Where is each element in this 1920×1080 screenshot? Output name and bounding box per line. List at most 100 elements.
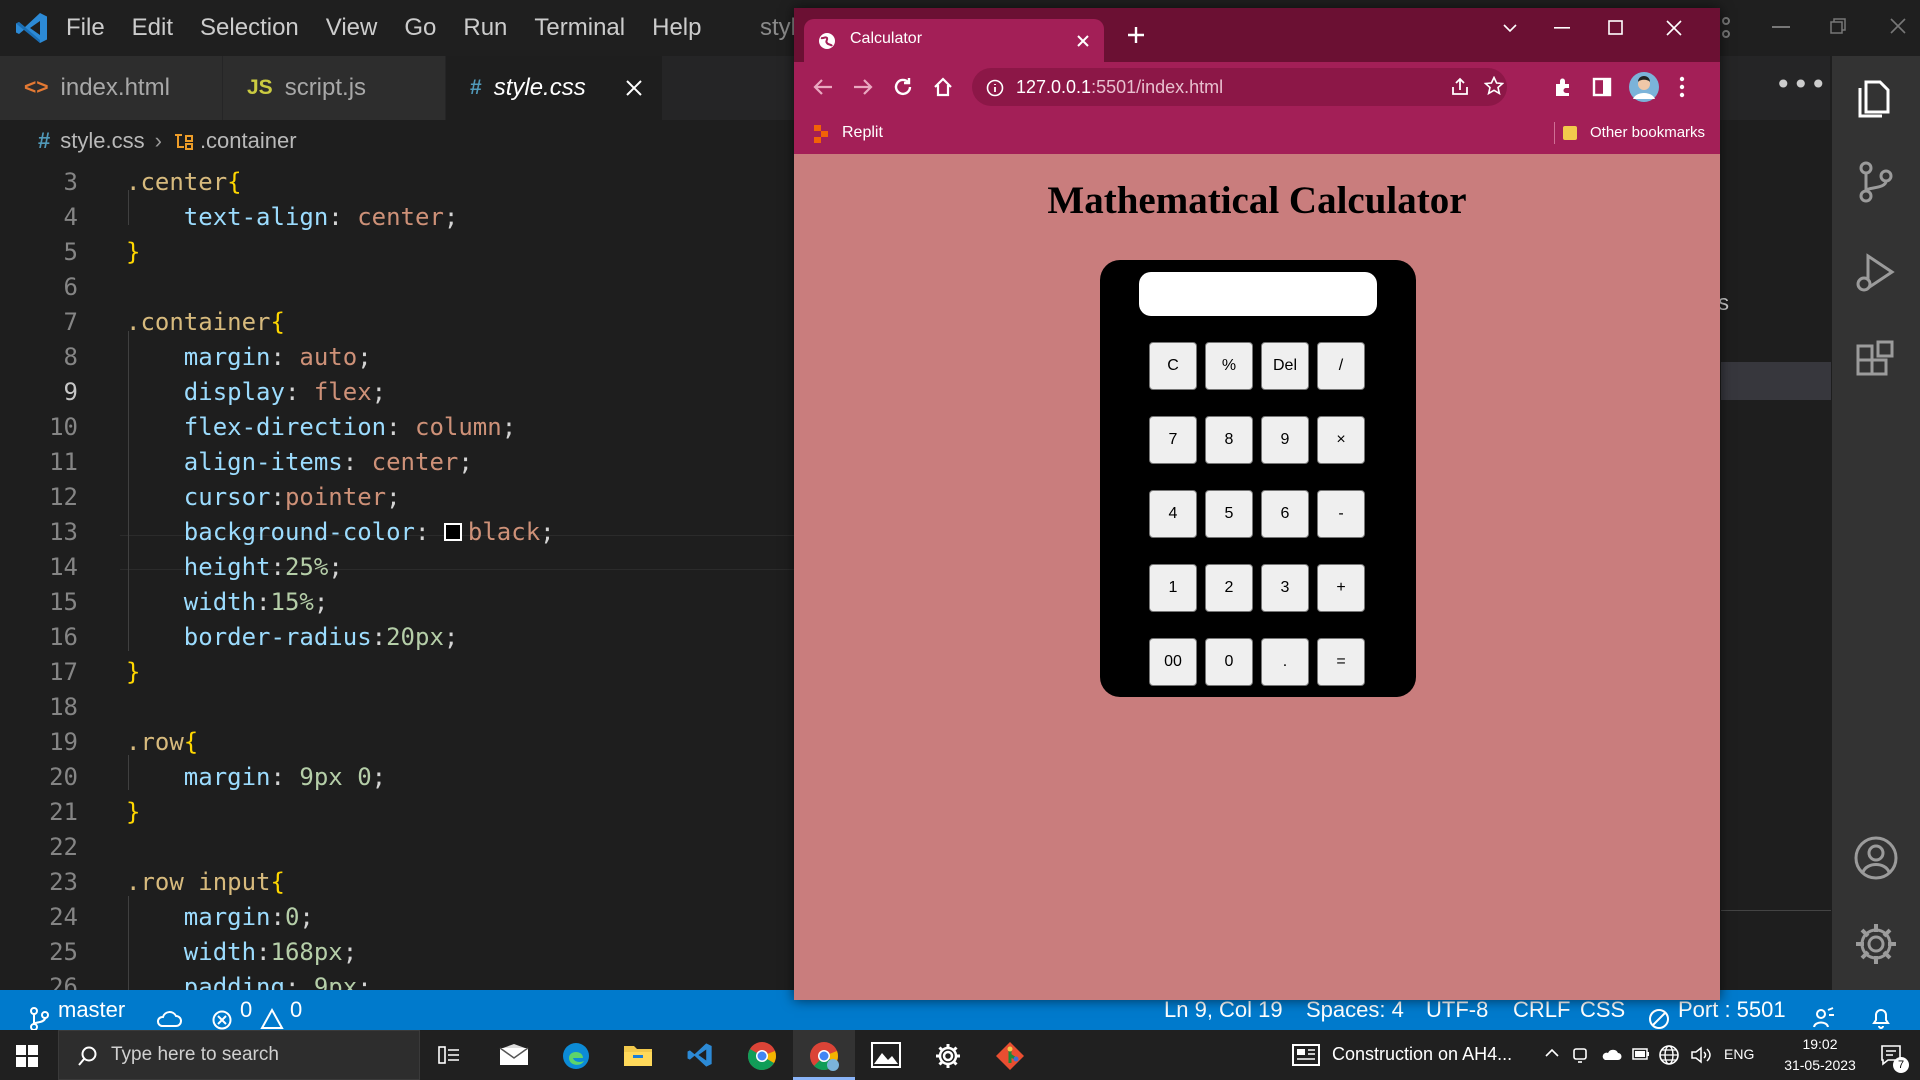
menu-dots-icon[interactable]	[1678, 76, 1686, 98]
accounts-icon[interactable]	[1850, 832, 1902, 884]
more-actions-icon[interactable]: •••	[1775, 68, 1828, 101]
menu-selection[interactable]: Selection	[200, 14, 299, 42]
calculator-key[interactable]: 00	[1149, 638, 1197, 686]
address-bar[interactable]: 127.0.0.1:5501/index.html	[972, 68, 1507, 106]
menu-file[interactable]: File	[66, 14, 105, 42]
taskbar-chrome-profile[interactable]	[793, 1030, 855, 1080]
browser-tab[interactable]: Calculator	[804, 19, 1104, 62]
info-icon[interactable]	[986, 79, 1004, 97]
home-icon[interactable]	[932, 76, 954, 98]
taskbar-mail[interactable]	[483, 1030, 545, 1080]
breadcrumb-file[interactable]: style.css	[60, 128, 144, 154]
tab-script-js[interactable]: JS script.js	[223, 56, 445, 120]
minimize-icon[interactable]	[1554, 27, 1570, 31]
calculator-key[interactable]: 0	[1205, 638, 1253, 686]
news-widget-text[interactable]: Construction on AH4...	[1332, 1044, 1512, 1065]
calculator-key[interactable]: Del	[1261, 342, 1309, 390]
avatar[interactable]	[1628, 71, 1660, 103]
reload-icon[interactable]	[892, 76, 914, 98]
calculator-key[interactable]: /	[1317, 342, 1365, 390]
bookmark-replit[interactable]: Replit	[842, 124, 883, 142]
menu-view[interactable]: View	[326, 14, 378, 42]
task-view-button[interactable]	[418, 1030, 480, 1080]
extensions-icon[interactable]	[1552, 76, 1574, 98]
warning-count[interactable]: 0	[290, 990, 302, 1030]
forward-icon[interactable]	[852, 76, 874, 98]
layout-icon[interactable]	[1722, 16, 1736, 40]
news-icon[interactable]	[1292, 1044, 1320, 1066]
clock-date[interactable]: 31-05-2023	[1770, 1057, 1870, 1073]
taskbar-settings[interactable]	[917, 1030, 979, 1080]
taskbar-chrome[interactable]	[731, 1030, 793, 1080]
meet-now-icon[interactable]	[1572, 1046, 1588, 1064]
new-tab-icon[interactable]	[1126, 25, 1146, 45]
calculator-key[interactable]: 6	[1261, 490, 1309, 538]
taskbar-search-box[interactable]: Type here to search	[58, 1030, 420, 1080]
calculator-key[interactable]: 7	[1149, 416, 1197, 464]
share-icon[interactable]	[1450, 77, 1470, 97]
close-tab-icon[interactable]	[1076, 34, 1090, 48]
breadcrumb-symbol[interactable]: .container	[200, 128, 297, 154]
explorer-icon[interactable]	[1850, 70, 1902, 122]
calculator-key[interactable]: +	[1317, 564, 1365, 612]
menu-run[interactable]: Run	[463, 14, 507, 42]
calculator-display[interactable]	[1139, 272, 1377, 316]
taskbar-vscode[interactable]	[669, 1030, 731, 1080]
code-editor[interactable]: 3 .center{ 4 text-align: center; 5} 6 7 .c…	[0, 168, 795, 990]
taskbar-photos[interactable]	[855, 1030, 917, 1080]
battery-icon[interactable]	[1632, 1048, 1650, 1060]
menu-go[interactable]: Go	[404, 14, 436, 42]
restore-icon[interactable]	[1830, 18, 1846, 34]
taskbar-git-gui[interactable]	[979, 1030, 1041, 1080]
color-swatch-icon[interactable]	[443, 523, 462, 541]
tab-index-html[interactable]: <> index.html	[0, 56, 222, 120]
calculator-key[interactable]: .	[1261, 638, 1309, 686]
calculator-key[interactable]: 4	[1149, 490, 1197, 538]
side-panel-icon[interactable]	[1592, 77, 1612, 97]
error-count[interactable]: 0	[240, 990, 252, 1030]
close-tab-icon[interactable]	[626, 80, 642, 96]
chevron-down-icon[interactable]	[1502, 23, 1518, 33]
maximize-icon[interactable]	[1608, 20, 1624, 36]
calculator-key[interactable]: 5	[1205, 490, 1253, 538]
input-language[interactable]: ENG	[1724, 1046, 1754, 1062]
calculator-key[interactable]: ×	[1317, 416, 1365, 464]
windows-start-icon[interactable]	[16, 1045, 38, 1067]
calculator-key[interactable]: 2	[1205, 564, 1253, 612]
calculator-key[interactable]: 8	[1205, 416, 1253, 464]
volume-icon[interactable]	[1690, 1046, 1712, 1064]
calculator-key[interactable]: %	[1205, 342, 1253, 390]
side-panel-selection[interactable]	[1721, 362, 1831, 400]
clock-time[interactable]: 19:02	[1790, 1036, 1850, 1052]
calculator-key[interactable]: -	[1317, 490, 1365, 538]
git-branch-label[interactable]: master	[58, 990, 125, 1030]
minimize-icon[interactable]	[1772, 26, 1790, 30]
bookmark-other[interactable]: Other bookmarks	[1590, 124, 1705, 141]
calculator-key[interactable]: =	[1317, 638, 1365, 686]
gear-icon[interactable]	[1850, 918, 1902, 970]
run-debug-icon[interactable]	[1850, 246, 1902, 298]
close-icon[interactable]	[1890, 18, 1906, 34]
calculator-key[interactable]: 1	[1149, 564, 1197, 612]
close-icon[interactable]	[1666, 20, 1682, 36]
extensions-icon[interactable]	[1850, 336, 1902, 388]
menu-help[interactable]: Help	[652, 14, 701, 42]
url-text[interactable]: 127.0.0.1:5501/index.html	[1016, 77, 1223, 98]
onedrive-icon[interactable]	[1600, 1047, 1622, 1061]
activity-bar	[1832, 56, 1920, 990]
calculator-key[interactable]: 3	[1261, 564, 1309, 612]
calculator-key[interactable]: 9	[1261, 416, 1309, 464]
star-icon[interactable]	[1484, 76, 1504, 96]
taskbar-file-explorer[interactable]	[607, 1030, 669, 1080]
tab-style-css[interactable]: # style.css	[446, 56, 662, 120]
calculator-key[interactable]: C	[1149, 342, 1197, 390]
taskbar-edge[interactable]	[545, 1030, 607, 1080]
source-control-icon[interactable]	[1850, 156, 1902, 208]
edge-icon	[563, 1043, 589, 1069]
chevron-up-icon[interactable]	[1544, 1048, 1560, 1058]
back-icon[interactable]	[812, 76, 834, 98]
network-globe-icon[interactable]	[1658, 1044, 1680, 1066]
menu-edit[interactable]: Edit	[132, 14, 173, 42]
menu-terminal[interactable]: Terminal	[534, 14, 625, 42]
code-line: 16 border-radius:20px;	[49, 623, 459, 651]
